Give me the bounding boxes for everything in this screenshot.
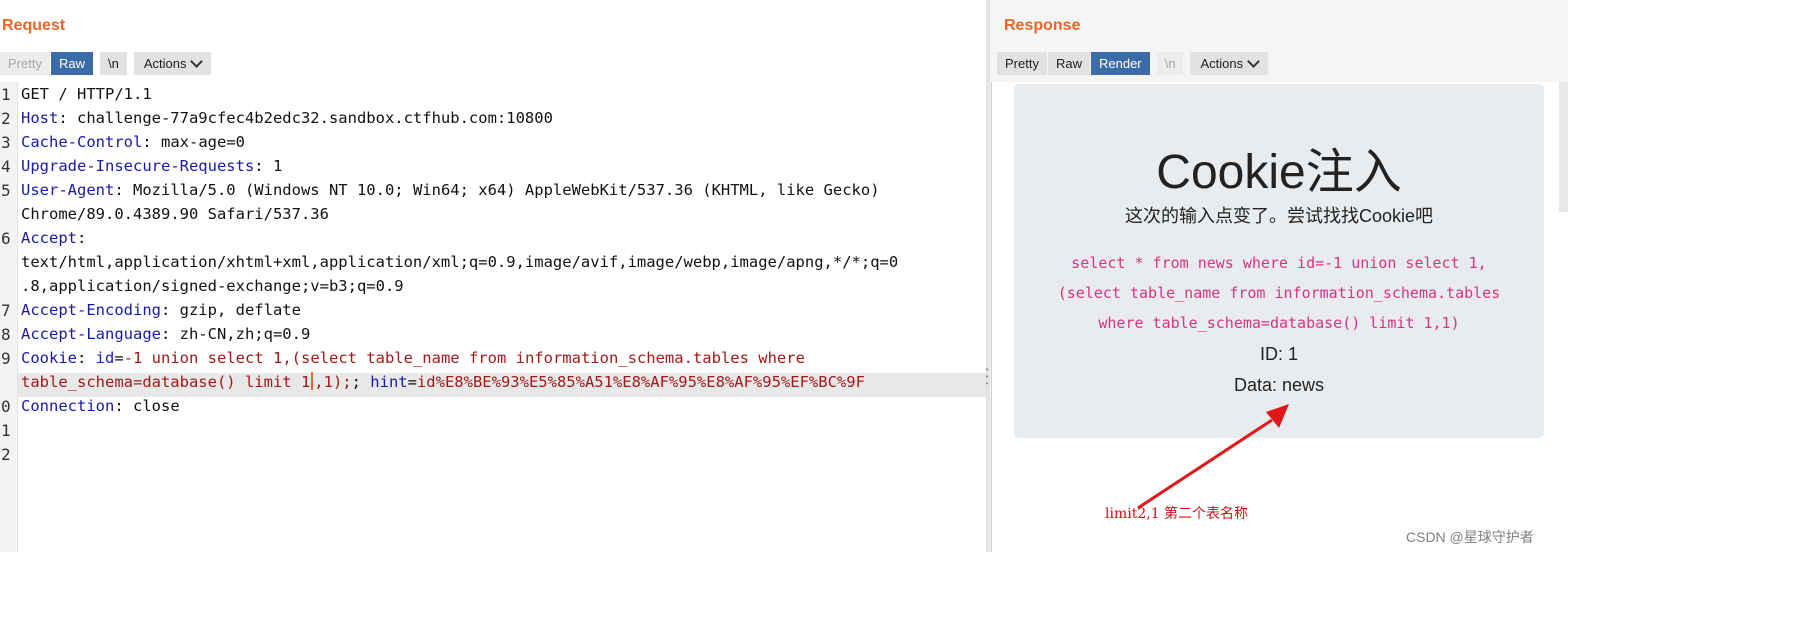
annotation-note: limit2,1 第二个表名称 [1105,506,1249,522]
watermark: CSDN @星球守护者 [1406,529,1534,545]
annotation-arrow [1137,404,1289,510]
